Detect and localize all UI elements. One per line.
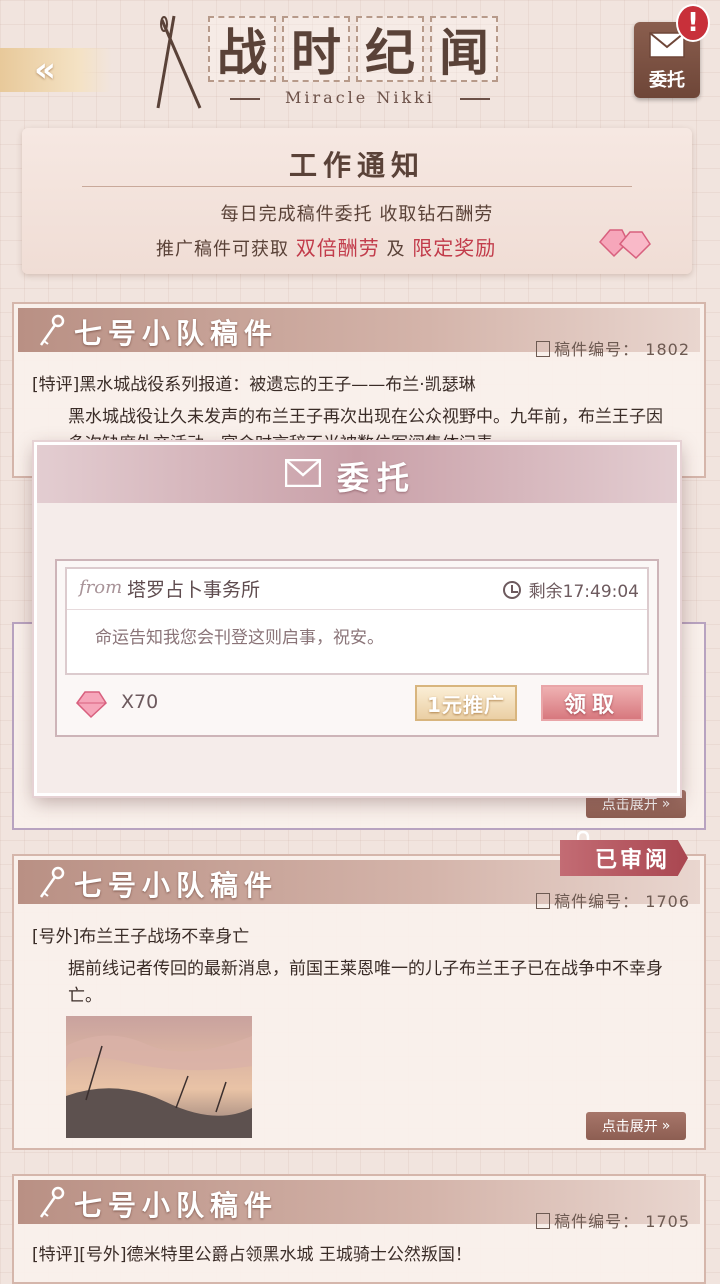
work-notice-panel: 工作通知 每日完成稿件委托 收取钻石酬劳 推广稿件可获取 双倍酬劳 及 限定奖励	[22, 128, 692, 274]
title-char: 战	[208, 16, 276, 82]
key-icon	[39, 866, 65, 898]
card-team-title: 七号小队稿件	[74, 1189, 279, 1222]
claim-button[interactable]: 领取	[541, 685, 643, 721]
doc-number: 稿件编号： 1706	[536, 888, 690, 912]
article-body: 据前线记者传回的最新消息，前国王莱恩唯一的儿子布兰王子已在战争中不幸身亡。	[68, 959, 663, 1006]
title-char: 闻	[430, 16, 498, 82]
title-char: 纪	[356, 16, 424, 82]
card-team-title: 七号小队稿件	[74, 869, 279, 902]
notice-highlight-double-pay: 双倍酬劳	[295, 236, 380, 260]
notice-highlight-limited-reward: 限定奖励	[412, 236, 497, 260]
title-char: 时	[282, 16, 350, 82]
time-remaining: 剩余17:49:04	[502, 577, 639, 602]
chevron-down-icon: »	[661, 1118, 671, 1134]
page-subtitle: Miracle Nikki	[230, 88, 490, 107]
article-headline: [特评][号外]德米特里公爵占领黑水城 王城骑士公然叛国！	[32, 1245, 472, 1265]
reviewed-tag: 已审阅	[560, 840, 688, 876]
key-icon	[39, 1186, 65, 1218]
key-icon	[39, 314, 65, 346]
promote-button[interactable]: 1元推广	[415, 685, 517, 721]
article-headline: [特评]黑水城战役系列报道：被遗忘的王子——布兰·凯瑟琳	[32, 375, 476, 395]
entrust-modal: 委托 from 塔罗占卜事务所 剩余17:49:04 命运告知我您会刊登这则启事…	[34, 442, 680, 796]
notice-prefix: 推广稿件可获取	[156, 239, 289, 260]
message-text: 命运告知我您会刊登这则启事，祝安。	[95, 628, 384, 648]
reward-quantity: X70	[121, 691, 159, 713]
modal-header: 委托	[37, 445, 677, 503]
doc-number: 稿件编号： 1802	[536, 336, 690, 360]
card-team-title: 七号小队稿件	[74, 317, 279, 350]
header: « 战 时 纪 闻 Miracle Nikki 委托 !	[0, 0, 720, 120]
back-button[interactable]: «	[0, 48, 112, 92]
article-card[interactable]: 七号小队稿件 稿件编号： 1705 [特评][号外]德米特里公爵占领黑水城 王城…	[12, 1174, 706, 1284]
notice-mid: 及	[386, 239, 406, 260]
clock-icon	[502, 580, 521, 599]
page-title: 战 时 纪 闻	[208, 16, 498, 82]
message-box: from 塔罗占卜事务所 剩余17:49:04 命运告知我您会刊登这则启事，祝安…	[65, 567, 649, 675]
chevron-down-icon: »	[661, 796, 671, 812]
expand-button[interactable]: 点击展开»	[586, 1112, 686, 1140]
document-icon	[536, 1213, 551, 1229]
doc-number: 稿件编号： 1705	[536, 1208, 690, 1232]
divider	[82, 186, 632, 187]
back-arrow-icon: «	[34, 50, 56, 90]
from-label: from	[79, 577, 123, 598]
modal-title: 委托	[337, 459, 418, 497]
divider	[67, 609, 647, 610]
sender-name: 塔罗占卜事务所	[127, 579, 261, 601]
document-icon	[536, 341, 551, 357]
needle-icon	[156, 15, 202, 109]
document-icon	[536, 893, 551, 909]
entrust-label: 委托	[649, 70, 685, 91]
battlefield-image	[66, 1016, 252, 1138]
diamond-icon	[598, 229, 651, 260]
article-headline: [号外]布兰王子战场不幸身亡	[32, 927, 250, 947]
alert-badge: !	[676, 4, 710, 42]
notice-line-2: 推广稿件可获取 双倍酬劳 及 限定奖励	[156, 232, 496, 261]
notice-line-1: 每日完成稿件委托 收取钻石酬劳	[220, 204, 494, 225]
entrust-message: from 塔罗占卜事务所 剩余17:49:04 命运告知我您会刊登这则启事，祝安…	[55, 559, 659, 737]
diamond-icon	[76, 691, 107, 719]
notice-title: 工作通知	[288, 149, 425, 182]
article-card[interactable]: 七号小队稿件 稿件编号： 1706 [号外]布兰王子战场不幸身亡 据前线记者传回…	[12, 854, 706, 1150]
envelope-icon	[285, 459, 321, 487]
